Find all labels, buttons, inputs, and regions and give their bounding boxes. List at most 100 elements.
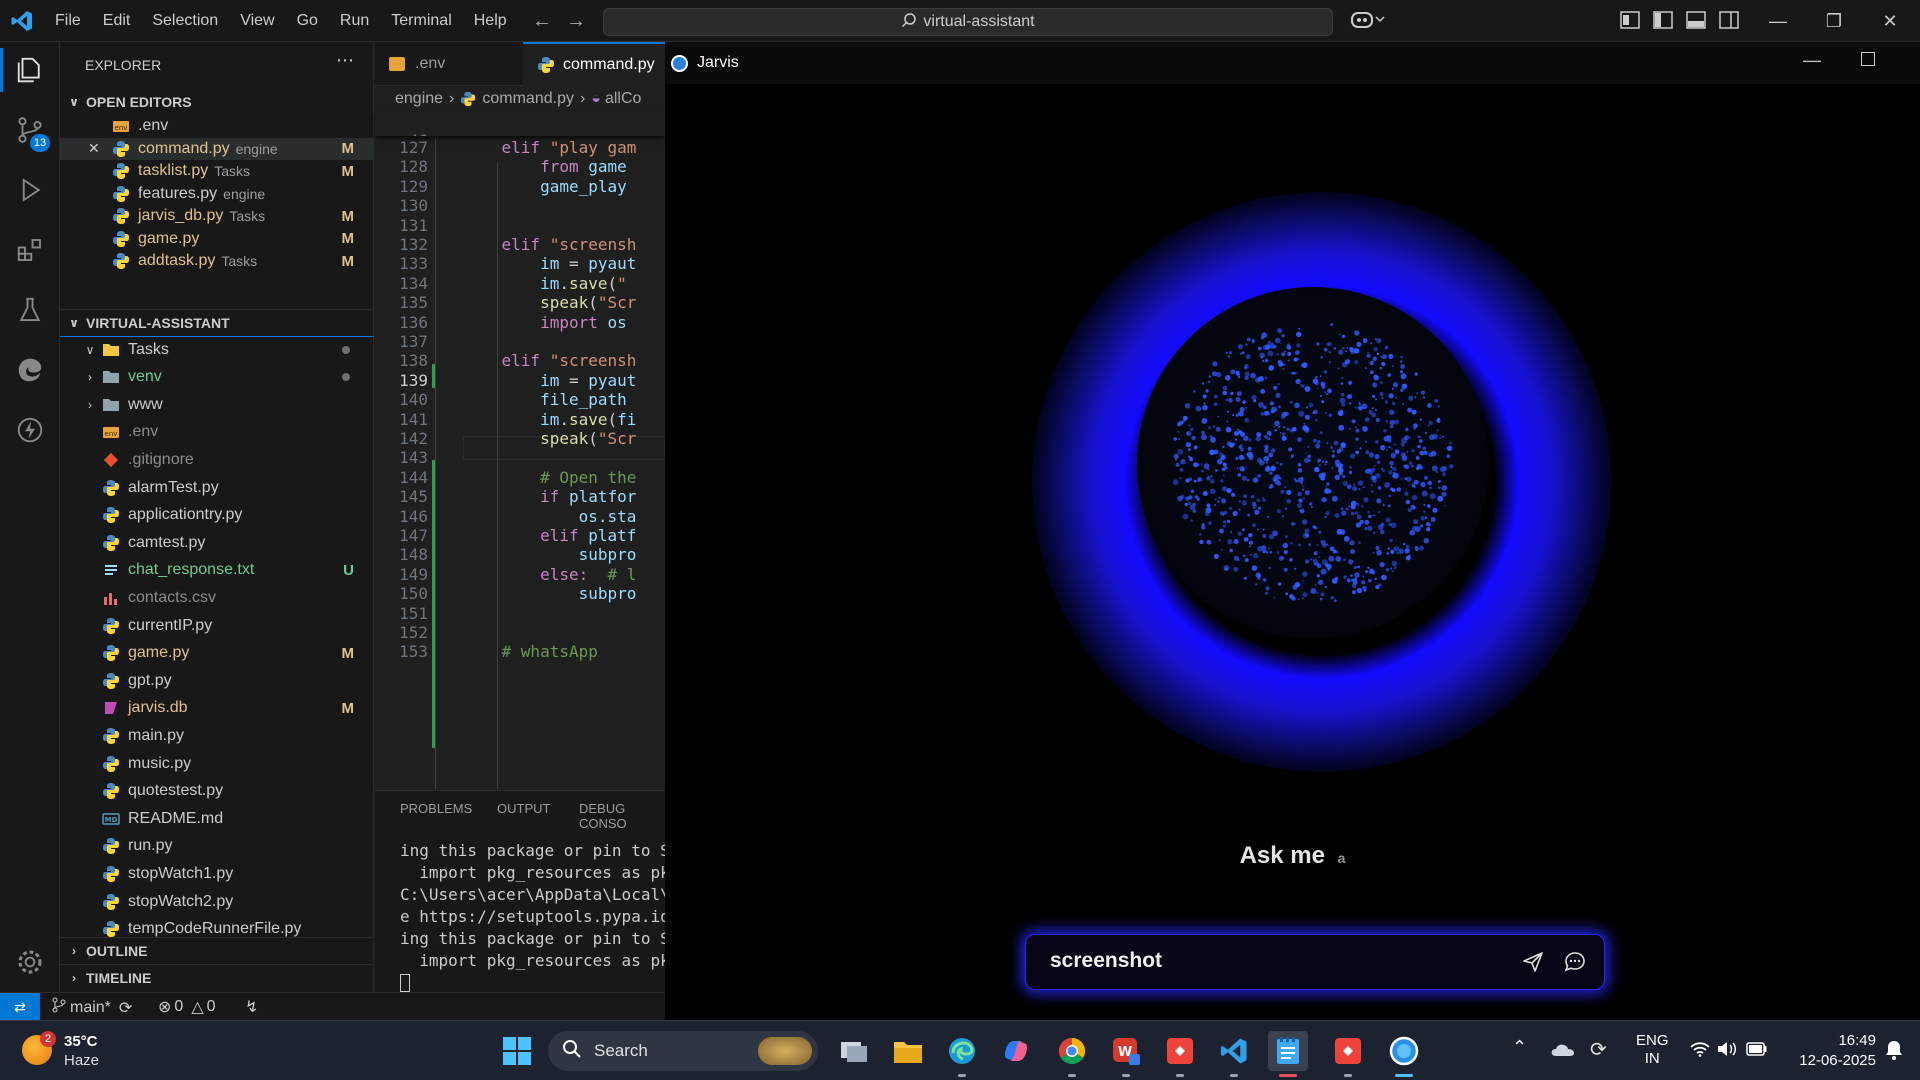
language-indicator[interactable]: ENG IN	[1636, 1032, 1669, 1068]
task-view-icon[interactable]	[834, 1031, 874, 1071]
open-editor-item[interactable]: ✕ command.py engine M	[60, 137, 374, 160]
onedrive-cloud-icon[interactable]	[1550, 1041, 1576, 1062]
edge-devtools-icon[interactable]	[0, 342, 60, 398]
jarvis-taskbar-icon[interactable]	[1384, 1031, 1424, 1077]
menu-run[interactable]: Run	[329, 0, 380, 42]
git-branch[interactable]: main* ⟳	[52, 997, 132, 1018]
taskbar-search[interactable]: Search	[548, 1031, 818, 1071]
send-icon[interactable]	[1521, 950, 1545, 979]
volume-icon[interactable]	[1716, 1039, 1738, 1064]
extensions-icon[interactable]	[0, 222, 60, 278]
file-tree-item[interactable]: stopWatch2.py	[60, 888, 374, 915]
outline-header[interactable]: › OUTLINE	[60, 938, 374, 964]
open-editor-item[interactable]: jarvis_db.py Tasks M	[60, 205, 374, 227]
vscode-taskbar-icon[interactable]	[1214, 1031, 1254, 1077]
panel-tab-problems[interactable]: PROBLEMS	[400, 801, 472, 816]
jarvis-minimize-icon[interactable]: —	[1803, 50, 1821, 71]
toggle-secondary-sidebar-icon[interactable]	[1719, 11, 1739, 34]
file-tree-item[interactable]: currentIP.py	[60, 612, 374, 639]
menu-selection[interactable]: Selection	[141, 0, 229, 42]
wifi-icon[interactable]	[1690, 1041, 1710, 1062]
battery-icon[interactable]	[1746, 1042, 1768, 1061]
sync-icon[interactable]: ⟳	[119, 998, 132, 1018]
file-tree-item[interactable]: music.py	[60, 750, 374, 777]
explorer-icon[interactable]	[0, 42, 60, 98]
file-tree-item[interactable]: stopWatch1.py	[60, 860, 374, 887]
customize-layout-icon[interactable]	[1620, 11, 1640, 34]
sync-update-icon[interactable]: ⟳	[1590, 1037, 1607, 1062]
file-tree-item[interactable]: chat_response.txt U	[60, 557, 374, 584]
file-tree-item[interactable]: applicationtry.py	[60, 502, 374, 529]
jarvis-maximize-icon[interactable]	[1861, 52, 1875, 66]
breadcrumb-symbol[interactable]: allCo	[605, 90, 641, 108]
file-tree-item[interactable]: main.py	[60, 722, 374, 749]
menu-edit[interactable]: Edit	[92, 0, 142, 42]
start-windows-icon[interactable]	[497, 1031, 537, 1071]
copilot-icon[interactable]	[1350, 9, 1386, 36]
minimize-icon[interactable]: —	[1750, 0, 1806, 42]
chrome-browser-icon[interactable]	[1052, 1031, 1092, 1077]
source-control-icon[interactable]: 13	[0, 102, 60, 158]
menu-help[interactable]: Help	[463, 0, 518, 42]
file-tree-item[interactable]: jarvis.db M	[60, 695, 374, 722]
file-tree-item[interactable]: game.py M	[60, 640, 374, 667]
testing-icon[interactable]	[0, 282, 60, 338]
timeline-header[interactable]: › TIMELINE	[60, 965, 374, 991]
anydesk-icon[interactable]	[1160, 1031, 1200, 1077]
notepad-icon[interactable]	[1268, 1031, 1308, 1077]
menu-go[interactable]: Go	[286, 0, 329, 42]
file-tree-item[interactable]: quotestest.py	[60, 778, 374, 805]
more-actions-icon[interactable]: ⋯	[336, 50, 354, 71]
anydesk-icon-2[interactable]	[1328, 1031, 1368, 1077]
restore-icon[interactable]: ❐	[1806, 0, 1862, 42]
tab-command-py[interactable]: command.py	[523, 42, 665, 86]
panel-tab-output[interactable]: OUTPUT	[497, 801, 550, 816]
back-arrow-icon[interactable]: ←	[532, 10, 552, 33]
open-editor-item[interactable]: features.py engine	[60, 183, 374, 205]
thunder-client-icon[interactable]	[0, 402, 60, 458]
sticky-scroll-line[interactable]: 46 def allCommands(messag	[375, 112, 665, 136]
open-editor-item[interactable]: tasklist.py Tasks M	[60, 160, 374, 182]
open-editor-item[interactable]: addtask.py Tasks M	[60, 250, 374, 272]
code-line[interactable]: 153 # whatsApp	[375, 642, 665, 666]
run-debug-icon[interactable]	[0, 162, 60, 218]
edge-browser-icon[interactable]	[942, 1031, 982, 1077]
copilot-app-icon[interactable]	[996, 1031, 1036, 1071]
command-center-search[interactable]: virtual-assistant	[603, 8, 1333, 36]
breadcrumb-folder[interactable]: engine	[395, 90, 443, 108]
forward-arrow-icon[interactable]: →	[566, 10, 586, 33]
file-tree-item[interactable]: contacts.csv	[60, 584, 374, 611]
wps-office-icon[interactable]: W	[1106, 1031, 1146, 1077]
chevron-up-icon[interactable]: ⌃	[1512, 1037, 1527, 1058]
close-icon[interactable]: ✕	[1862, 0, 1918, 42]
file-explorer-icon[interactable]	[888, 1031, 928, 1071]
chat-input[interactable]	[1050, 949, 1490, 973]
file-tree-item[interactable]: env .env	[60, 419, 374, 446]
file-tree-item[interactable]: camtest.py	[60, 529, 374, 556]
menu-file[interactable]: File	[44, 0, 92, 42]
chat-bubble-icon[interactable]	[1563, 950, 1587, 979]
lightning-icon[interactable]: ↯	[245, 997, 258, 1017]
clock[interactable]: 16:49 12-06-2025	[1786, 1031, 1876, 1071]
toggle-panel-icon[interactable]	[1686, 11, 1706, 34]
file-tree-item[interactable]: MD README.md	[60, 805, 374, 832]
notifications-bell-icon[interactable]	[1884, 1039, 1904, 1066]
close-editor-icon[interactable]: ✕	[88, 140, 100, 157]
menu-view[interactable]: View	[229, 0, 285, 42]
menu-terminal[interactable]: Terminal	[380, 0, 462, 42]
file-tree-item[interactable]: ∨ Tasks	[60, 336, 374, 363]
toggle-sidebar-icon[interactable]	[1653, 11, 1673, 34]
file-tree-item[interactable]: .gitignore	[60, 446, 374, 473]
file-tree-item[interactable]: › www	[60, 391, 374, 418]
remote-indicator-icon[interactable]: ⇄	[0, 993, 40, 1021]
file-tree-item[interactable]: › venv	[60, 364, 374, 391]
file-tree-item[interactable]: alarmTest.py	[60, 474, 374, 501]
problems-summary[interactable]: ⊗ 0 △ 0	[158, 997, 216, 1017]
panel-tab-debug-console[interactable]: DEBUG CONSO	[579, 801, 665, 831]
file-tree-item[interactable]: run.py	[60, 833, 374, 860]
file-tree-item[interactable]: gpt.py	[60, 667, 374, 694]
tab-env[interactable]: .env	[375, 42, 523, 86]
open-editors-header[interactable]: ∨ OPEN EDITORS	[60, 89, 374, 115]
project-header[interactable]: ∨ VIRTUAL-ASSISTANT	[60, 310, 374, 336]
breadcrumb-file[interactable]: command.py	[482, 90, 574, 108]
